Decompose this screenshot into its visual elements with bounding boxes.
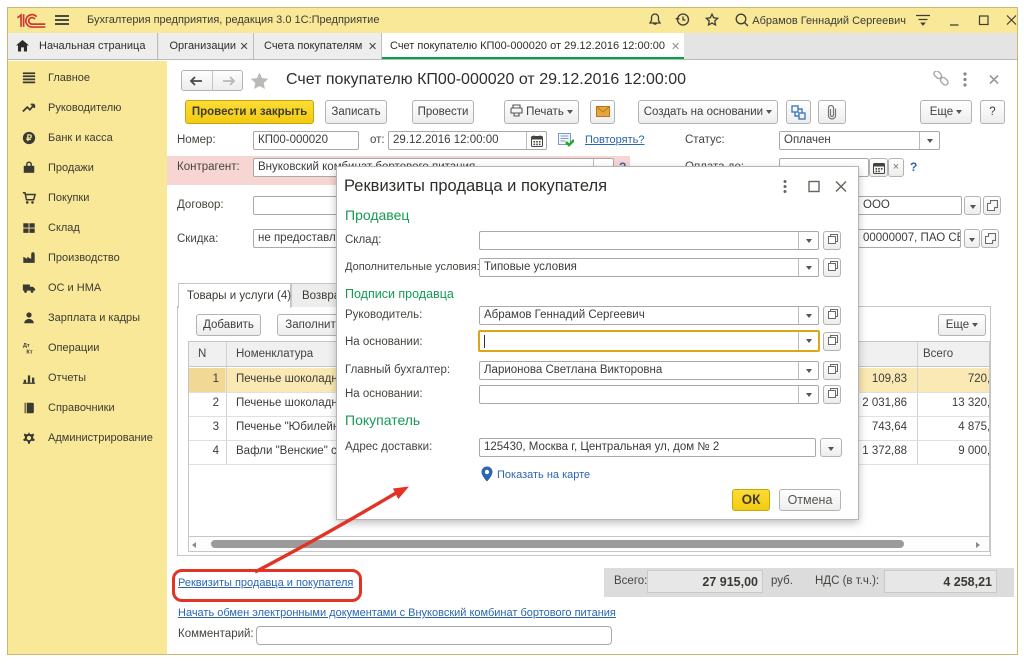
svg-text:Дт: Дт [23,343,30,349]
svg-text:Кт: Кт [26,350,32,355]
svg-text:₽: ₽ [26,133,32,143]
svg-text:Абрамов Геннадий Сергеевич: Абрамов Геннадий Сергеевич [752,15,906,27]
